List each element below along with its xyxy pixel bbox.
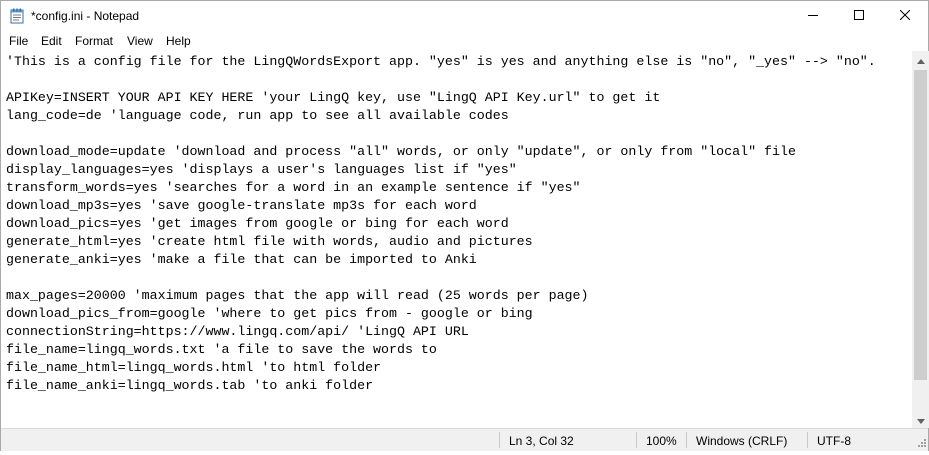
maximize-button[interactable] [836, 1, 882, 31]
menu-edit[interactable]: Edit [40, 34, 63, 48]
editor-line: file_name_html=lingq_words.html 'to html… [6, 360, 382, 375]
zoom-level: 100% [646, 434, 677, 448]
editor-line: file_name_anki=lingq_words.tab 'to anki … [6, 378, 374, 393]
chevron-down-icon [916, 411, 925, 429]
scroll-down-button[interactable] [912, 411, 929, 428]
window-title: *config.ini - Notepad [31, 9, 140, 23]
maximize-icon [854, 7, 864, 25]
menu-format[interactable]: Format [74, 34, 114, 48]
editor-line: transform_words=yes 'searches for a word… [6, 180, 581, 195]
menu-help[interactable]: Help [165, 34, 192, 48]
vertical-scrollbar[interactable] [912, 51, 929, 428]
close-icon [899, 7, 911, 25]
editor-line: file_name=lingq_words.txt 'a file to sav… [6, 342, 437, 357]
scroll-up-button[interactable] [912, 51, 929, 68]
menu-bar: File Edit Format View Help [1, 31, 928, 51]
title-bar[interactable]: *config.ini - Notepad [1, 1, 928, 31]
editor-line: download_pics_from=google 'where to get … [6, 306, 533, 321]
encoding: UTF-8 [817, 434, 851, 448]
editor-line: connectionString=https://www.lingq.com/a… [6, 324, 469, 339]
editor-line: download_mode=update 'download and proce… [6, 144, 796, 159]
chevron-up-icon [916, 51, 925, 69]
menu-file[interactable]: File [8, 34, 29, 48]
editor-line: generate_anki=yes 'make a file that can … [6, 252, 477, 267]
text-editor[interactable]: 'This is a config file for the LingQWord… [1, 51, 912, 428]
editor-line: display_languages=yes 'displays a user's… [6, 162, 517, 177]
resize-grip-icon[interactable] [912, 428, 929, 450]
editor-line: 'This is a config file for the LingQWord… [6, 54, 876, 69]
cursor-position: Ln 3, Col 32 [509, 434, 574, 448]
editor-line: max_pages=20000 'maximum pages that the … [6, 288, 589, 303]
status-bar: Ln 3, Col 32 100% Windows (CRLF) UTF-8 [1, 428, 928, 451]
editor-line: generate_html=yes 'create html file with… [6, 234, 533, 249]
notepad-window: *config.ini - Notepad File Edit Format V… [0, 0, 929, 451]
scrollbar-thumb[interactable] [914, 70, 927, 380]
status-separator [807, 432, 808, 448]
editor-line: download_mp3s=yes 'save google-translate… [6, 198, 477, 213]
editor-line: download_pics=yes 'get images from googl… [6, 216, 509, 231]
minimize-icon [808, 7, 818, 25]
editor-line: APIKey=INSERT YOUR API KEY HERE 'your Li… [6, 90, 661, 105]
editor-line: lang_code=de 'language code, run app to … [6, 108, 509, 123]
notepad-icon [10, 8, 24, 24]
status-separator [499, 432, 500, 448]
menu-view[interactable]: View [126, 34, 154, 48]
close-button[interactable] [882, 1, 928, 31]
status-separator [686, 432, 687, 448]
line-ending: Windows (CRLF) [696, 434, 788, 448]
minimize-button[interactable] [790, 1, 836, 31]
status-separator [636, 432, 637, 448]
